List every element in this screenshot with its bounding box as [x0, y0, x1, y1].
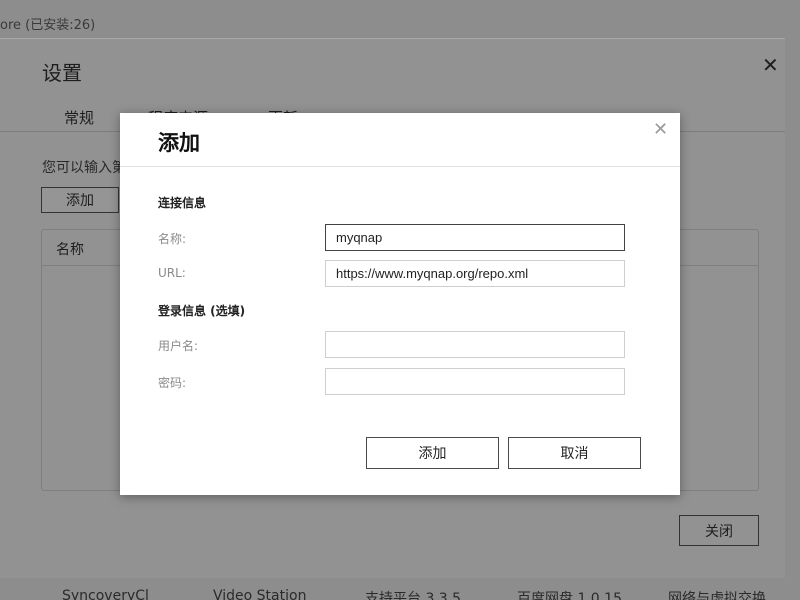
url-input[interactable] — [325, 260, 625, 287]
app-list-item[interactable]: Video Station — [213, 588, 306, 600]
username-input[interactable] — [325, 331, 625, 358]
column-name-header[interactable]: 名称 — [56, 239, 84, 259]
app-window-title: ore (已安装:26) — [0, 18, 96, 33]
settings-title: 设置 — [42, 61, 82, 85]
tab-general[interactable]: 常规 — [64, 107, 94, 128]
cancel-button[interactable]: 取消 — [508, 437, 641, 469]
settings-close-button[interactable]: 关闭 — [679, 515, 759, 546]
app-list-item[interactable]: SyncoveryCl — [62, 588, 149, 600]
app-list-item[interactable]: 百度网盘 1.0.15 — [517, 588, 622, 600]
login-info-heading: 登录信息 (选填) — [158, 304, 246, 318]
connection-info-heading: 连接信息 — [158, 196, 207, 210]
username-label: 用户名: — [158, 339, 199, 353]
name-label: 名称: — [158, 232, 187, 246]
password-label: 密码: — [158, 376, 187, 390]
name-input[interactable] — [325, 224, 625, 251]
settings-add-button[interactable]: 添加 — [41, 187, 119, 213]
url-label: URL: — [158, 266, 186, 280]
app-list-item[interactable]: 网络与虚拟交换 — [668, 588, 766, 600]
dialog-title: 添加 — [158, 131, 200, 155]
settings-close-icon[interactable]: ✕ — [762, 53, 779, 77]
dialog-divider — [120, 166, 680, 167]
add-button[interactable]: 添加 — [366, 437, 499, 469]
dialog-close-icon[interactable]: ✕ — [653, 119, 668, 140]
password-input[interactable] — [325, 368, 625, 395]
settings-hint-text: 您可以输入第 — [42, 160, 126, 176]
app-list-item[interactable]: 支持平台 3.3.5 — [365, 588, 461, 600]
add-source-dialog: 添加 ✕ 连接信息 名称: URL: 登录信息 (选填) 用户名: 密码: 添加… — [120, 113, 680, 495]
